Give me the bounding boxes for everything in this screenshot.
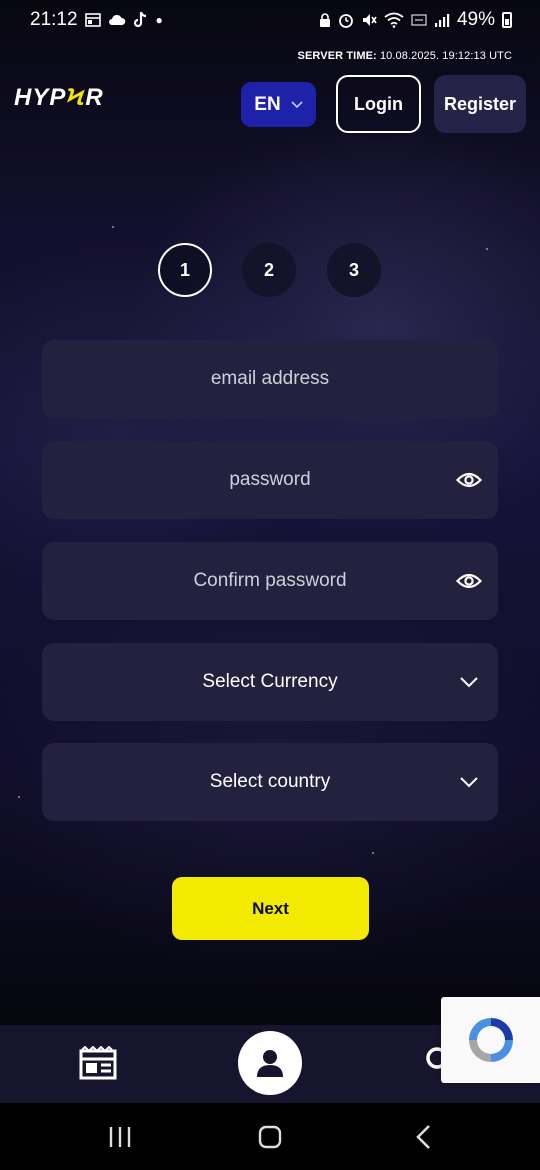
star-decoration [372, 852, 374, 854]
password-placeholder: password [229, 469, 311, 490]
battery-percent: 49% [456, 9, 495, 30]
lock-icon [319, 12, 330, 27]
server-time-label: SERVER TIME: [297, 50, 377, 62]
mute-icon [362, 14, 377, 26]
step-2-indicator: 2 [242, 243, 296, 297]
alarm-icon [339, 14, 353, 28]
home-button[interactable] [256, 1123, 284, 1151]
back-button[interactable] [410, 1123, 438, 1151]
register-button[interactable]: Register [434, 75, 526, 133]
country-select[interactable]: Select country [42, 743, 498, 821]
language-selector[interactable]: EN [241, 82, 316, 127]
chevron-down-icon [291, 100, 303, 108]
android-navigation-bar [0, 1103, 540, 1170]
email-input[interactable]: email address [42, 340, 498, 418]
chevron-down-icon [456, 769, 482, 795]
logo-text: HYP [14, 84, 67, 111]
calendar-icon [84, 13, 101, 27]
confirm-password-placeholder: Confirm password [193, 570, 347, 591]
star-decoration [486, 248, 488, 250]
volte-icon [411, 14, 427, 26]
server-time: SERVER TIME: 10.08.2025. 19:12:13 UTC [298, 50, 512, 62]
recaptcha-icon [468, 1018, 513, 1062]
back-icon [416, 1125, 430, 1149]
eye-icon[interactable] [456, 467, 482, 493]
star-decoration [112, 226, 114, 228]
signal-icon [434, 13, 450, 27]
next-button[interactable]: Next [172, 877, 369, 940]
step-1-indicator: 1 [158, 243, 212, 297]
status-time: 21:12 [30, 9, 78, 30]
logo-text: R [85, 84, 104, 111]
user-icon [257, 1050, 283, 1077]
status-bar: 21:12 ● 49% [0, 0, 540, 40]
hyper-logo[interactable]: HYPϞR [14, 84, 104, 112]
recaptcha-badge[interactable] [441, 997, 540, 1083]
news-tab[interactable] [78, 1045, 118, 1081]
login-button[interactable]: Login [336, 75, 421, 133]
confirm-password-input[interactable]: Confirm password [42, 542, 498, 620]
currency-select-label: Select Currency [202, 671, 338, 692]
server-time-value: 10.08.2025. 19:12:13 UTC [379, 50, 512, 62]
cloud-icon [108, 14, 125, 25]
country-select-label: Select country [209, 771, 331, 792]
email-placeholder: email address [210, 368, 330, 389]
recent-apps-icon [109, 1127, 131, 1147]
step-3-indicator: 3 [327, 243, 381, 297]
currency-select[interactable]: Select Currency [42, 643, 498, 721]
chevron-down-icon [456, 669, 482, 695]
newspaper-icon [79, 1046, 117, 1080]
profile-tab[interactable] [238, 1031, 302, 1095]
battery-icon [502, 12, 512, 28]
star-decoration [18, 796, 20, 798]
notification-dot-icon: ● [155, 13, 163, 27]
eye-icon[interactable] [456, 568, 482, 594]
home-icon [258, 1125, 282, 1149]
logo-bolt: Ϟ [66, 84, 86, 111]
recent-apps-button[interactable] [106, 1123, 134, 1151]
password-input[interactable]: password [42, 441, 498, 519]
tiktok-icon [133, 11, 146, 28]
language-label: EN [254, 93, 281, 115]
wifi-icon [384, 12, 404, 28]
